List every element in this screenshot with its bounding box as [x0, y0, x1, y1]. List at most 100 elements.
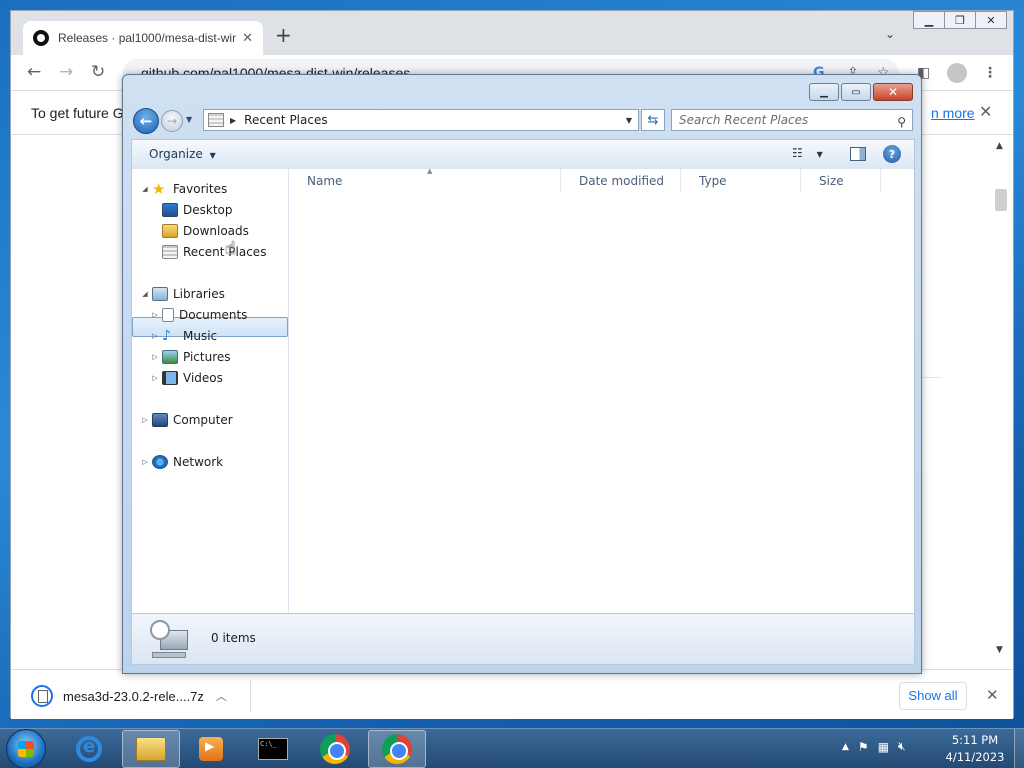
breadcrumb-arrow-icon[interactable]: ▶	[230, 116, 236, 125]
nav-item-network[interactable]: ▷ Network	[140, 452, 296, 472]
forward-button[interactable]: →	[161, 110, 183, 132]
folder-icon	[136, 737, 166, 761]
network-tray-icon[interactable]: ▦	[878, 740, 889, 754]
chrome-close-button[interactable]: ✕	[975, 11, 1007, 29]
new-tab-button[interactable]: +	[275, 25, 292, 45]
search-icon[interactable]: ⚲	[897, 112, 906, 132]
address-dropdown-icon[interactable]: ▼	[626, 116, 632, 125]
taskbar-internet-explorer[interactable]	[60, 730, 118, 768]
taskbar-media-player[interactable]	[182, 730, 240, 768]
organize-label: Organize	[149, 147, 203, 161]
expanded-triangle-icon[interactable]: ◢	[140, 290, 150, 298]
chrome-minimize-button[interactable]: ▁	[913, 11, 945, 29]
item-count: 0 items	[211, 631, 256, 645]
column-header-type[interactable]: Type	[681, 169, 801, 193]
page-scrollbar[interactable]: ▲ ▼	[992, 137, 1012, 659]
nav-item-documents[interactable]: ▷ Documents	[150, 305, 306, 325]
nav-item-libraries[interactable]: ◢ Libraries	[140, 284, 296, 304]
collapsed-triangle-icon[interactable]: ▷	[150, 311, 160, 319]
chrome-tab-strip: Releases · pal1000/mesa-dist-win ✕ + ⌄ ▁…	[11, 11, 1013, 55]
file-list-pane[interactable]: Name ▲ Date modified Type Size	[289, 167, 915, 613]
download-item[interactable]: mesa3d-23.0.2-rele....7z ︿	[25, 680, 251, 712]
documents-icon	[162, 308, 174, 322]
taskbar-command-prompt[interactable]: C:\_	[244, 730, 302, 768]
nav-item-music[interactable]: ▷ ♪ Music	[150, 326, 306, 346]
show-desktop-button[interactable]	[1014, 729, 1024, 768]
help-icon: ?	[888, 147, 896, 161]
computer-icon	[152, 413, 168, 427]
column-header-name[interactable]: Name	[289, 169, 561, 193]
profile-avatar-icon[interactable]	[947, 63, 967, 83]
column-header-date-modified[interactable]: Date modified	[561, 169, 681, 193]
command-prompt-icon: C:\_	[258, 738, 288, 760]
star-icon: ★	[152, 180, 166, 198]
tab-close-icon[interactable]: ✕	[242, 31, 253, 46]
nav-label: Music	[183, 329, 218, 343]
nav-label: Desktop	[183, 203, 233, 217]
collapsed-triangle-icon[interactable]: ▷	[150, 353, 160, 361]
scroll-up-arrow-icon[interactable]: ▲	[996, 141, 1003, 151]
change-view-button[interactable]: ☷ ▼	[792, 146, 823, 160]
address-bar[interactable]: ▶ Recent Places ▼	[203, 109, 639, 131]
preview-pane-button[interactable]	[850, 147, 866, 161]
nav-item-recent-places-label[interactable]: Recent Places	[160, 242, 286, 262]
organize-button[interactable]: Organize ▼	[149, 147, 216, 161]
expanded-triangle-icon[interactable]: ◢	[140, 185, 150, 193]
collapsed-triangle-icon[interactable]: ▷	[140, 416, 150, 424]
reload-icon[interactable]: ↻	[91, 63, 105, 81]
recent-pages-dropdown-icon[interactable]: ▼	[186, 115, 192, 124]
menu-kebab-icon[interactable]: ⋮	[983, 65, 997, 81]
recent-places-icon	[208, 113, 224, 127]
refresh-button[interactable]: ⇆	[641, 109, 665, 131]
chrome-window-controls: ▁ ❐ ✕	[913, 11, 1007, 29]
taskbar-windows-explorer[interactable]	[122, 730, 180, 768]
internet-explorer-icon	[76, 736, 102, 762]
address-text: Recent Places	[244, 113, 328, 127]
github-icon	[33, 30, 49, 46]
shelf-close-icon[interactable]: ✕	[986, 686, 999, 704]
file-icon	[31, 685, 53, 707]
collapsed-triangle-icon[interactable]: ▷	[150, 332, 160, 340]
dialog-maximize-button[interactable]: ▭	[841, 83, 871, 101]
nav-label: Network	[173, 455, 224, 469]
taskbar-chrome-active[interactable]	[368, 730, 426, 768]
taskbar-clock[interactable]: 5:11 PM 4/11/2023	[940, 732, 1010, 766]
navigation-pane: ◢ ★ Favorites Desktop Downloads Recent P…	[131, 169, 289, 613]
scroll-down-arrow-icon[interactable]: ▼	[996, 645, 1003, 655]
tab-search-chevron-icon[interactable]: ⌄	[885, 27, 895, 41]
chevron-up-icon[interactable]: ︿	[216, 688, 227, 704]
collapsed-triangle-icon[interactable]: ▷	[140, 458, 150, 466]
collapsed-triangle-icon[interactable]: ▷	[150, 374, 160, 382]
nav-item-videos[interactable]: ▷ Videos	[150, 368, 306, 388]
downloads-folder-icon	[162, 224, 178, 238]
search-input[interactable]: Search Recent Places ⚲	[671, 109, 913, 131]
chrome-restore-button[interactable]: ❐	[944, 11, 976, 29]
clock-time: 5:11 PM	[951, 733, 999, 747]
dialog-minimize-button[interactable]: ▁	[809, 83, 839, 101]
scrollbar-thumb[interactable]	[995, 189, 1007, 211]
action-center-flag-icon[interactable]: ⚑	[858, 740, 869, 754]
details-pane: 0 items	[131, 613, 915, 665]
media-player-icon	[199, 737, 223, 761]
sort-ascending-icon: ▲	[427, 167, 433, 175]
music-note-icon: ♪	[162, 328, 171, 344]
nav-item-computer[interactable]: ▷ Computer	[140, 410, 296, 430]
back-button[interactable]: ←	[133, 108, 159, 134]
help-button[interactable]: ?	[883, 145, 901, 163]
nav-label: Videos	[183, 371, 223, 385]
clock-date: 4/11/2023	[945, 750, 1005, 764]
show-all-button[interactable]: Show all	[899, 682, 967, 710]
taskbar-chrome[interactable]	[306, 730, 364, 768]
show-hidden-icons-icon[interactable]: ▲	[842, 742, 849, 752]
back-arrow-icon[interactable]: ←	[27, 63, 41, 81]
column-header-size[interactable]: Size	[801, 169, 881, 193]
browser-tab[interactable]: Releases · pal1000/mesa-dist-win ✕	[23, 21, 263, 55]
start-button[interactable]	[6, 729, 46, 768]
forward-arrow-icon[interactable]: →	[59, 63, 73, 81]
volume-muted-icon[interactable]: 🔇︎	[898, 739, 906, 754]
dialog-close-button[interactable]: ✕	[873, 83, 913, 101]
infobar-close-icon[interactable]: ✕	[979, 102, 992, 121]
nav-item-favorites[interactable]: ◢ ★ Favorites	[140, 179, 296, 199]
nav-item-pictures[interactable]: ▷ Pictures	[150, 347, 306, 367]
infobar-learn-more-link[interactable]: n more	[931, 105, 975, 121]
